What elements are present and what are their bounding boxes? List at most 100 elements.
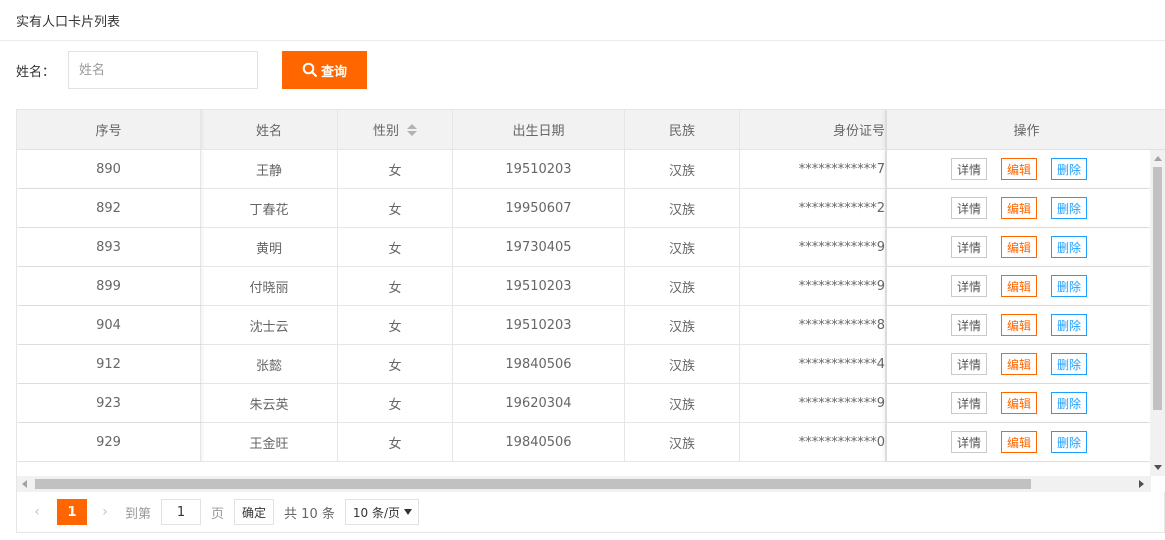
table-row: 893 黄明女 19730405 汉族 ************9 详情 编辑 删除 [17,228,1151,267]
delete-button[interactable]: 删除 [1051,197,1088,219]
cell-birth: 19510203 [453,150,625,188]
cell-idcard: ************9 [740,228,886,266]
cell-actions: 详情 编辑 删除 [886,306,1151,344]
table-row: 923 朱云英女 19620304 汉族 ************9 详情 编辑 删除 [17,384,1151,423]
chevron-left-icon[interactable]: ‹ [29,504,45,520]
detail-button[interactable]: 详情 [950,431,987,453]
delete-button[interactable]: 删除 [1051,392,1088,414]
delete-button[interactable]: 删除 [1051,236,1088,258]
col-header-name: 姓名 [201,110,338,149]
detail-button[interactable]: 详情 [950,236,987,258]
scroll-down-icon[interactable] [1154,465,1162,470]
detail-button[interactable]: 详情 [950,197,987,219]
cell-idcard: ************9 [740,267,886,305]
cell-ethnicity: 汉族 [625,384,740,422]
cell-actions: 详情 编辑 删除 [886,423,1151,461]
cell-gender: 女 [338,189,453,227]
cell-id: 912 [17,345,201,383]
page-unit-label: 页 [211,506,225,522]
edit-button[interactable]: 编辑 [1000,353,1037,375]
col-header-actions: 操作 [886,110,1165,149]
cell-name: 黄明 [201,228,338,266]
delete-button[interactable]: 删除 [1051,431,1088,453]
cell-id: 890 [17,150,201,188]
query-button[interactable]: 查询 [282,51,367,89]
cell-idcard: ************7 [740,150,886,188]
edit-button[interactable]: 编辑 [1000,236,1037,258]
cell-ethnicity: 汉族 [625,150,740,188]
name-label: 姓名： [16,64,56,80]
cell-id: 923 [17,384,201,422]
cell-gender: 女 [338,423,453,461]
col-header-gender[interactable]: 性别 [338,110,453,149]
caret-down-icon [403,509,412,515]
cell-actions: 详情 编辑 删除 [886,150,1151,188]
delete-button[interactable]: 删除 [1051,314,1088,336]
cell-ethnicity: 汉族 [625,228,740,266]
chevron-right-icon[interactable]: › [97,504,113,520]
cell-birth: 19510203 [453,306,625,344]
horizontal-scroll-thumb[interactable] [35,479,1031,489]
table-row: 929 王金旺女 19840506 汉族 ************0 详情 编辑 删除 [17,423,1151,462]
cell-id: 892 [17,189,201,227]
detail-button[interactable]: 详情 [950,158,987,180]
cell-gender: 女 [338,267,453,305]
detail-button[interactable]: 详情 [950,314,987,336]
page-size-select[interactable]: 10 条/页 [344,499,419,525]
horizontal-scrollbar[interactable] [17,476,1151,492]
cell-idcard: ************8 [740,306,886,344]
cell-name: 沈士云 [201,306,338,344]
cell-birth: 19950607 [453,189,625,227]
cell-name: 付晓丽 [201,267,338,305]
cell-name: 张懿 [201,345,338,383]
cell-gender: 女 [338,384,453,422]
confirm-button[interactable]: 确定 [234,499,275,525]
edit-button[interactable]: 编辑 [1000,197,1037,219]
delete-button[interactable]: 删除 [1051,353,1088,375]
detail-button[interactable]: 详情 [950,275,987,297]
search-bar: 姓名： 查询 [16,51,367,89]
vertical-scrollbar[interactable] [1150,150,1165,476]
cell-actions: 详情 编辑 删除 [886,189,1151,227]
cell-birth: 19840506 [453,345,625,383]
cell-id: 893 [17,228,201,266]
table-row: 899 付晓丽女 19510203 汉族 ************9 详情 编辑 删除 [17,267,1151,306]
scroll-up-icon[interactable] [1154,156,1162,161]
edit-button[interactable]: 编辑 [1000,158,1037,180]
cell-id: 904 [17,306,201,344]
cell-birth: 19730405 [453,228,625,266]
vertical-scroll-thumb[interactable] [1153,167,1162,410]
sort-icon[interactable] [407,123,417,136]
cell-actions: 详情 编辑 删除 [886,228,1151,266]
cell-ethnicity: 汉族 [625,189,740,227]
scroll-right-icon[interactable] [1139,480,1144,488]
cell-idcard: ************4 [740,345,886,383]
cell-actions: 详情 编辑 删除 [886,384,1151,422]
delete-button[interactable]: 删除 [1051,158,1088,180]
cell-id: 929 [17,423,201,461]
goto-page-input[interactable] [161,499,202,525]
cell-ethnicity: 汉族 [625,423,740,461]
search-icon [302,62,318,78]
table-body: 890 王静女 19510203 汉族 ************7 详情 编辑 删除 892 丁春… [17,150,1165,476]
cell-birth: 19510203 [453,267,625,305]
delete-button[interactable]: 删除 [1051,275,1088,297]
table-row: 904 沈士云女 19510203 汉族 ************8 详情 编辑 删除 [17,306,1151,345]
detail-button[interactable]: 详情 [950,392,987,414]
cell-gender: 女 [338,306,453,344]
cell-idcard: ************2 [740,189,886,227]
page-button-current[interactable]: 1 [57,499,87,525]
edit-button[interactable]: 编辑 [1000,431,1037,453]
col-header-birth: 出生日期 [453,110,625,149]
cell-actions: 详情 编辑 删除 [886,267,1151,305]
cell-gender: 女 [338,345,453,383]
scroll-left-icon[interactable] [22,480,27,488]
detail-button[interactable]: 详情 [950,353,987,375]
edit-button[interactable]: 编辑 [1000,275,1037,297]
edit-button[interactable]: 编辑 [1000,314,1037,336]
table-row: 912 张懿女 19840506 汉族 ************4 详情 编辑 删除 [17,345,1151,384]
name-search-input[interactable] [68,51,258,89]
table-row: 890 王静女 19510203 汉族 ************7 详情 编辑 删除 [17,150,1151,189]
edit-button[interactable]: 编辑 [1000,392,1037,414]
cell-name: 丁春花 [201,189,338,227]
